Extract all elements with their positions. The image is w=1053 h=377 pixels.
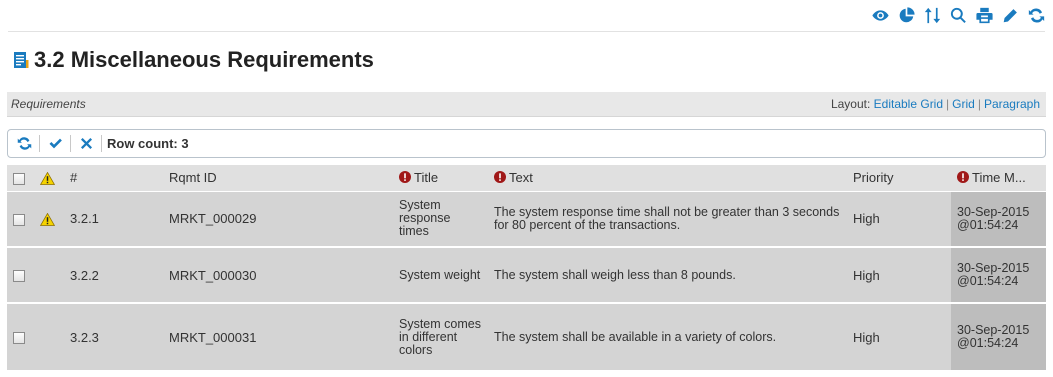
close-icon[interactable]: [76, 134, 96, 154]
section-title: Requirements: [11, 97, 86, 111]
row-title[interactable]: System comes in different colors: [393, 303, 488, 372]
row-select-cell: [7, 247, 34, 304]
pencil-icon[interactable]: [1002, 7, 1019, 24]
toolbar-separator: [70, 135, 71, 152]
column-header-time-label: Time M...: [972, 170, 1026, 186]
column-header-rqmt-id[interactable]: Rqmt ID: [163, 165, 393, 192]
row-text[interactable]: The system response time shall not be gr…: [488, 191, 847, 248]
row-time-modified: 30-Sep-2015@01:54:24: [951, 247, 1046, 304]
sort-icon[interactable]: [924, 7, 941, 24]
section-header: Requirements Layout: Editable Grid | Grid |…: [7, 92, 1046, 117]
toolbar-divider: [8, 31, 1045, 32]
row-checkbox[interactable]: [13, 213, 25, 226]
table-row[interactable]: 3.2.3 MRKT_000031 System comes in differ…: [7, 303, 1046, 372]
row-number: 3.2.2: [64, 247, 163, 304]
row-count: Row count: 3: [107, 136, 189, 151]
row-time-modified: 30-Sep-2015@01:54:24: [951, 303, 1046, 372]
column-header-title-label: Title: [414, 170, 439, 186]
warning-icon: [40, 172, 55, 186]
row-title[interactable]: System weight: [393, 247, 488, 304]
table-row[interactable]: 3.2.1 MRKT_000029 System response times …: [7, 191, 1046, 248]
row-rqmt-id[interactable]: MRKT_000029: [163, 191, 393, 248]
required-icon: [494, 171, 506, 184]
layout-editable-grid-link[interactable]: Editable Grid: [874, 97, 943, 111]
select-all-header: [7, 165, 34, 192]
column-header-time-modified[interactable]: Time M...: [951, 165, 1046, 192]
row-priority[interactable]: High: [847, 247, 951, 304]
row-checkbox[interactable]: [13, 270, 25, 283]
required-icon: [399, 171, 411, 184]
row-time-modified: 30-Sep-2015@01:54:24: [951, 191, 1046, 248]
top-toolbar: [872, 0, 1045, 30]
layout-switcher: Layout: Editable Grid | Grid | Paragraph: [831, 97, 1040, 111]
document-icon: [12, 50, 30, 70]
column-header-text[interactable]: Text: [488, 165, 847, 192]
column-header-priority[interactable]: Priority: [847, 165, 951, 192]
table-row[interactable]: 3.2.2 MRKT_000030 System weight The syst…: [7, 247, 1046, 304]
select-all-checkbox[interactable]: [13, 172, 25, 185]
column-header-number[interactable]: #: [64, 165, 163, 192]
table-header-row: # Rqmt ID Title Text Priority Time M...: [7, 165, 1046, 192]
row-priority[interactable]: High: [847, 303, 951, 372]
toolbar-separator: [39, 135, 40, 152]
layout-separator: |: [977, 97, 981, 111]
requirements-table: # Rqmt ID Title Text Priority Time M... …: [7, 165, 1046, 372]
row-warning-cell: [34, 247, 64, 304]
print-icon[interactable]: [976, 7, 993, 24]
layout-label: Layout:: [830, 97, 871, 111]
row-checkbox[interactable]: [13, 332, 25, 345]
column-header-text-label: Text: [509, 170, 533, 186]
row-title[interactable]: System response times: [393, 191, 488, 248]
page-heading: 3.2 Miscellaneous Requirements: [12, 47, 374, 73]
row-warning-cell: [34, 191, 64, 248]
row-select-cell: [7, 191, 34, 248]
page-title: 3.2 Miscellaneous Requirements: [34, 47, 374, 72]
row-rqmt-id[interactable]: MRKT_000031: [163, 303, 393, 372]
refresh-icon[interactable]: [1028, 7, 1045, 24]
search-icon[interactable]: [950, 7, 967, 24]
check-icon[interactable]: [45, 134, 65, 154]
toolbar-separator: [101, 135, 102, 152]
row-warning-cell: [34, 303, 64, 372]
eye-icon[interactable]: [872, 7, 889, 24]
pie-chart-icon[interactable]: [898, 6, 915, 24]
row-text[interactable]: The system shall weigh less than 8 pound…: [488, 247, 847, 304]
column-header-title[interactable]: Title: [393, 165, 488, 192]
row-text[interactable]: The system shall be available in a varie…: [488, 303, 847, 372]
row-priority[interactable]: High: [847, 191, 951, 248]
required-icon: [957, 171, 969, 184]
row-rqmt-id[interactable]: MRKT_000030: [163, 247, 393, 304]
row-select-cell: [7, 303, 34, 372]
warning-column-header: [34, 165, 64, 192]
refresh-icon[interactable]: [14, 134, 34, 154]
grid-toolbar: Row count: 3: [7, 129, 1046, 158]
row-number: 3.2.3: [64, 303, 163, 372]
row-number: 3.2.1: [64, 191, 163, 248]
warning-icon: [40, 213, 55, 227]
layout-separator: |: [946, 97, 950, 111]
layout-paragraph-link[interactable]: Paragraph: [984, 97, 1040, 111]
layout-grid-link[interactable]: Grid: [952, 97, 975, 111]
